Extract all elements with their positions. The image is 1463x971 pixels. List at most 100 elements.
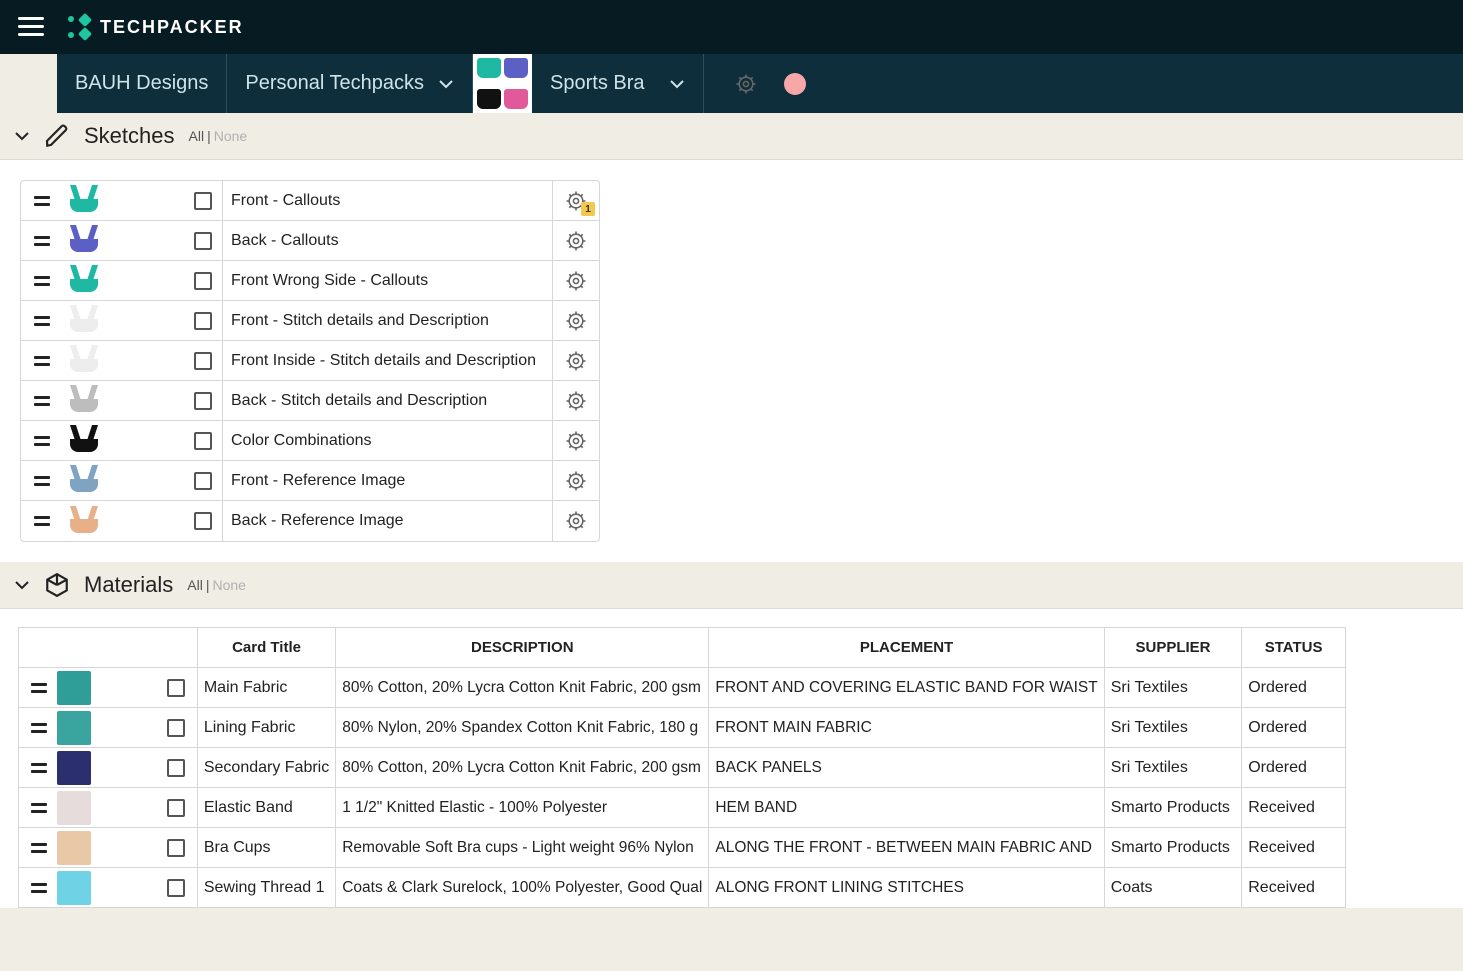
row-checkbox[interactable] bbox=[194, 512, 212, 530]
drag-handle[interactable] bbox=[31, 803, 47, 813]
row-checkbox[interactable] bbox=[194, 312, 212, 330]
avatar[interactable] bbox=[784, 73, 806, 95]
row-settings[interactable] bbox=[553, 341, 599, 380]
sketch-name[interactable]: Back - Callouts bbox=[223, 221, 553, 260]
collapse-toggle[interactable] bbox=[14, 577, 30, 593]
sketch-row[interactable]: Back - Stitch details and Description bbox=[21, 381, 599, 421]
cell-placement[interactable]: FRONT AND COVERING ELASTIC BAND FOR WAIS… bbox=[709, 668, 1104, 708]
cell-supplier[interactable]: Sri Textiles bbox=[1104, 668, 1241, 708]
sketch-name[interactable]: Front - Callouts bbox=[223, 181, 553, 220]
drag-handle[interactable] bbox=[31, 763, 47, 773]
cell-description[interactable]: 80% Cotton, 20% Lycra Cotton Knit Fabric… bbox=[336, 748, 709, 788]
cell-placement[interactable]: FRONT MAIN FABRIC bbox=[709, 708, 1104, 748]
table-row[interactable]: Elastic Band 1 1/2" Knitted Elastic - 10… bbox=[19, 788, 1346, 828]
row-settings[interactable] bbox=[553, 461, 599, 500]
col-header-card-title[interactable]: Card Title bbox=[197, 628, 335, 668]
row-checkbox[interactable] bbox=[194, 432, 212, 450]
cell-placement[interactable]: BACK PANELS bbox=[709, 748, 1104, 788]
collapse-toggle[interactable] bbox=[14, 128, 30, 144]
breadcrumb-folder[interactable]: Personal Techpacks bbox=[227, 54, 473, 113]
row-checkbox[interactable] bbox=[167, 799, 185, 817]
cell-status[interactable]: Received bbox=[1242, 788, 1346, 828]
row-settings[interactable] bbox=[553, 381, 599, 420]
drag-handle[interactable] bbox=[21, 301, 63, 340]
cell-supplier[interactable]: Sri Textiles bbox=[1104, 748, 1241, 788]
row-checkbox[interactable] bbox=[194, 472, 212, 490]
sketch-name[interactable]: Back - Reference Image bbox=[223, 501, 553, 541]
filter-none[interactable]: None bbox=[212, 577, 245, 593]
sketch-name[interactable]: Front - Reference Image bbox=[223, 461, 553, 500]
sketch-name[interactable]: Front - Stitch details and Description bbox=[223, 301, 553, 340]
cell-description[interactable]: Removable Soft Bra cups - Light weight 9… bbox=[336, 828, 709, 868]
cell-status[interactable]: Ordered bbox=[1242, 748, 1346, 788]
gear-icon[interactable] bbox=[722, 74, 756, 94]
cell-status[interactable]: Ordered bbox=[1242, 708, 1346, 748]
drag-handle[interactable] bbox=[21, 341, 63, 380]
cell-supplier[interactable]: Smarto Products bbox=[1104, 828, 1241, 868]
row-settings[interactable] bbox=[553, 221, 599, 260]
cell-card-title[interactable]: Bra Cups bbox=[197, 828, 335, 868]
row-checkbox[interactable] bbox=[167, 759, 185, 777]
cell-supplier[interactable]: Coats bbox=[1104, 868, 1241, 908]
sketch-row[interactable]: Front - Callouts 1 bbox=[21, 181, 599, 221]
sketch-name[interactable]: Back - Stitch details and Description bbox=[223, 381, 553, 420]
row-settings[interactable] bbox=[553, 301, 599, 340]
breadcrumb-org[interactable]: BAUH Designs bbox=[57, 54, 227, 113]
cell-card-title[interactable]: Elastic Band bbox=[197, 788, 335, 828]
cell-description[interactable]: Coats & Clark Surelock, 100% Polyester, … bbox=[336, 868, 709, 908]
sketch-row[interactable]: Front - Reference Image bbox=[21, 461, 599, 501]
row-settings[interactable]: 1 bbox=[553, 181, 599, 220]
cell-card-title[interactable]: Lining Fabric bbox=[197, 708, 335, 748]
filter-all[interactable]: All bbox=[187, 577, 203, 593]
drag-handle[interactable] bbox=[21, 221, 63, 260]
col-header-status[interactable]: STATUS bbox=[1242, 628, 1346, 668]
row-settings[interactable] bbox=[553, 501, 599, 541]
sketch-row[interactable]: Back - Reference Image bbox=[21, 501, 599, 541]
cell-placement[interactable]: ALONG FRONT LINING STITCHES bbox=[709, 868, 1104, 908]
row-checkbox[interactable] bbox=[194, 392, 212, 410]
sketch-row[interactable]: Front Wrong Side - Callouts bbox=[21, 261, 599, 301]
row-checkbox[interactable] bbox=[167, 679, 185, 697]
cell-description[interactable]: 80% Cotton, 20% Lycra Cotton Knit Fabric… bbox=[336, 668, 709, 708]
drag-handle[interactable] bbox=[21, 261, 63, 300]
cell-status[interactable]: Received bbox=[1242, 868, 1346, 908]
col-header-description[interactable]: DESCRIPTION bbox=[336, 628, 709, 668]
col-header-placement[interactable]: PLACEMENT bbox=[709, 628, 1104, 668]
row-checkbox[interactable] bbox=[167, 879, 185, 897]
drag-handle[interactable] bbox=[31, 843, 47, 853]
sketch-name[interactable]: Front Wrong Side - Callouts bbox=[223, 261, 553, 300]
row-checkbox[interactable] bbox=[167, 839, 185, 857]
cell-description[interactable]: 80% Nylon, 20% Spandex Cotton Knit Fabri… bbox=[336, 708, 709, 748]
drag-handle[interactable] bbox=[21, 421, 63, 460]
cell-supplier[interactable]: Smarto Products bbox=[1104, 788, 1241, 828]
sketch-name[interactable]: Color Combinations bbox=[223, 421, 553, 460]
breadcrumb-product[interactable]: Sports Bra bbox=[532, 54, 703, 113]
drag-handle[interactable] bbox=[31, 723, 47, 733]
row-settings[interactable] bbox=[553, 421, 599, 460]
drag-handle[interactable] bbox=[21, 181, 63, 220]
cell-placement[interactable]: HEM BAND bbox=[709, 788, 1104, 828]
cell-placement[interactable]: ALONG THE FRONT - BETWEEN MAIN FABRIC AN… bbox=[709, 828, 1104, 868]
row-checkbox[interactable] bbox=[167, 719, 185, 737]
table-row[interactable]: Main Fabric 80% Cotton, 20% Lycra Cotton… bbox=[19, 668, 1346, 708]
drag-handle[interactable] bbox=[31, 883, 47, 893]
table-row[interactable]: Secondary Fabric 80% Cotton, 20% Lycra C… bbox=[19, 748, 1346, 788]
drag-handle[interactable] bbox=[31, 683, 47, 693]
table-row[interactable]: Lining Fabric 80% Nylon, 20% Spandex Cot… bbox=[19, 708, 1346, 748]
sketch-row[interactable]: Back - Callouts bbox=[21, 221, 599, 261]
cell-status[interactable]: Received bbox=[1242, 828, 1346, 868]
row-settings[interactable] bbox=[553, 261, 599, 300]
cell-card-title[interactable]: Sewing Thread 1 bbox=[197, 868, 335, 908]
cell-card-title[interactable]: Main Fabric bbox=[197, 668, 335, 708]
row-checkbox[interactable] bbox=[194, 232, 212, 250]
sketch-row[interactable]: Front Inside - Stitch details and Descri… bbox=[21, 341, 599, 381]
row-checkbox[interactable] bbox=[194, 192, 212, 210]
filter-all[interactable]: All bbox=[189, 128, 205, 144]
cell-card-title[interactable]: Secondary Fabric bbox=[197, 748, 335, 788]
row-checkbox[interactable] bbox=[194, 272, 212, 290]
table-row[interactable]: Bra Cups Removable Soft Bra cups - Light… bbox=[19, 828, 1346, 868]
row-checkbox[interactable] bbox=[194, 352, 212, 370]
drag-handle[interactable] bbox=[21, 381, 63, 420]
sketch-row[interactable]: Front - Stitch details and Description bbox=[21, 301, 599, 341]
drag-handle[interactable] bbox=[21, 501, 63, 541]
